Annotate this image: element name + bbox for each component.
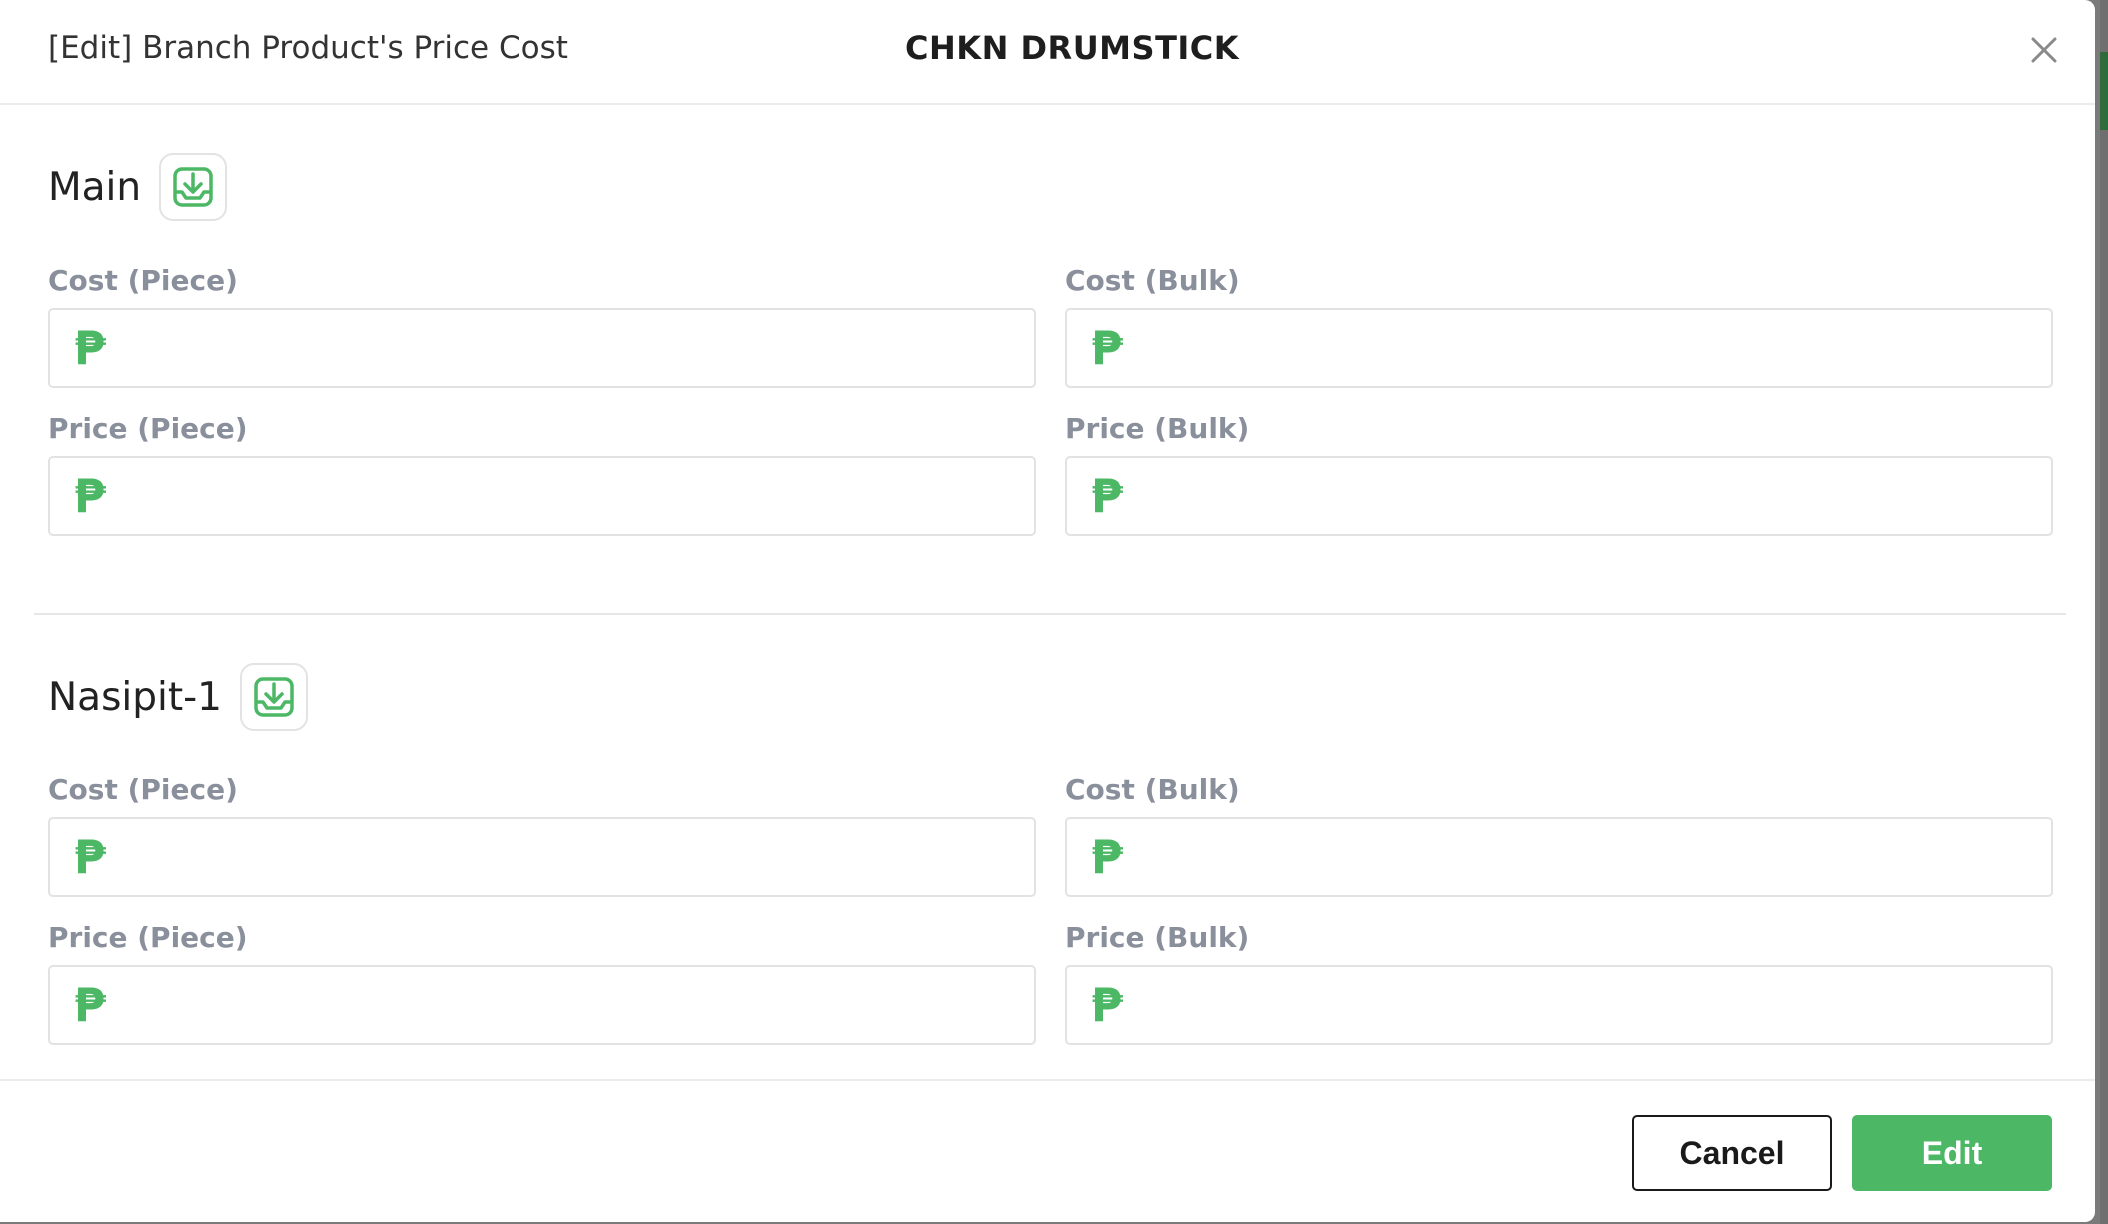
import-button[interactable] <box>240 663 308 731</box>
download-tray-icon <box>173 167 213 207</box>
product-name: CHKN DRUMSTICK <box>905 29 1240 67</box>
price-bulk-label: Price (Bulk) <box>1065 921 1250 954</box>
cost-bulk-input[interactable] <box>1137 310 2051 386</box>
cost-bulk-field[interactable]: ₱ <box>1065 817 2053 897</box>
download-tray-icon <box>254 677 294 717</box>
price-bulk-field[interactable]: ₱ <box>1065 456 2053 536</box>
modal-body: Main Cost (Piece) ₱ Cost (Bulk) ₱ Price … <box>0 107 2095 1079</box>
branch-heading-nasipit-1: Nasipit-1 <box>48 663 308 731</box>
close-button[interactable] <box>2024 30 2064 70</box>
peso-icon: ₱ <box>74 830 107 884</box>
cost-piece-field[interactable]: ₱ <box>48 817 1036 897</box>
cost-bulk-input[interactable] <box>1137 819 2051 895</box>
modal-title: [Edit] Branch Product's Price Cost <box>48 30 568 66</box>
edit-price-cost-modal: [Edit] Branch Product's Price Cost CHKN … <box>0 0 2095 1222</box>
peso-icon: ₱ <box>74 978 107 1032</box>
cost-piece-field[interactable]: ₱ <box>48 308 1036 388</box>
cost-piece-label: Cost (Piece) <box>48 264 238 297</box>
cost-bulk-label: Cost (Bulk) <box>1065 773 1240 806</box>
price-bulk-label: Price (Bulk) <box>1065 412 1250 445</box>
import-button[interactable] <box>159 153 228 221</box>
price-piece-field[interactable]: ₱ <box>48 965 1036 1045</box>
modal-header: [Edit] Branch Product's Price Cost CHKN … <box>0 0 2095 105</box>
peso-icon: ₱ <box>74 469 107 523</box>
cost-bulk-field[interactable]: ₱ <box>1065 308 2053 388</box>
price-bulk-field[interactable]: ₱ <box>1065 965 2053 1045</box>
close-icon <box>2031 37 2057 63</box>
cost-piece-input[interactable] <box>120 310 1034 386</box>
cancel-button[interactable]: Cancel <box>1632 1115 1832 1191</box>
price-bulk-input[interactable] <box>1137 967 2051 1043</box>
peso-icon: ₱ <box>1091 321 1124 375</box>
cost-bulk-label: Cost (Bulk) <box>1065 264 1240 297</box>
price-piece-input[interactable] <box>120 967 1034 1043</box>
branch-heading-main: Main <box>48 153 228 221</box>
page-backdrop-accent <box>2100 52 2108 130</box>
peso-icon: ₱ <box>1091 469 1124 523</box>
section-divider <box>34 613 2066 615</box>
page-backdrop <box>2100 0 2108 1224</box>
edit-button[interactable]: Edit <box>1852 1115 2052 1191</box>
price-bulk-input[interactable] <box>1137 458 2051 534</box>
modal-footer: Cancel Edit <box>0 1079 2095 1222</box>
cost-piece-label: Cost (Piece) <box>48 773 238 806</box>
branch-name: Nasipit-1 <box>48 674 222 720</box>
cost-piece-input[interactable] <box>120 819 1034 895</box>
price-piece-field[interactable]: ₱ <box>48 456 1036 536</box>
price-piece-label: Price (Piece) <box>48 412 248 445</box>
price-piece-input[interactable] <box>120 458 1034 534</box>
peso-icon: ₱ <box>74 321 107 375</box>
peso-icon: ₱ <box>1091 830 1124 884</box>
peso-icon: ₱ <box>1091 978 1124 1032</box>
branch-name: Main <box>48 164 142 210</box>
price-piece-label: Price (Piece) <box>48 921 248 954</box>
